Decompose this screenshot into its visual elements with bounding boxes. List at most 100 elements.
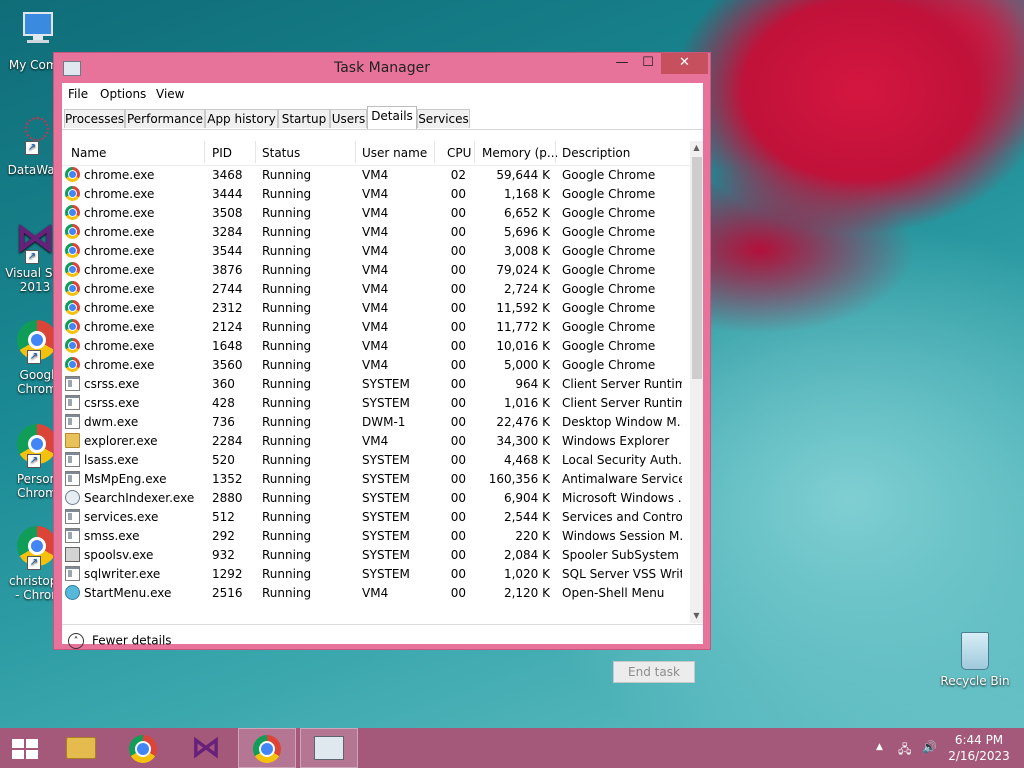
chrome-icon [65, 338, 80, 353]
process-pid: 292 [212, 529, 235, 543]
tab-performance[interactable]: Performance [125, 109, 205, 128]
table-row[interactable]: sqlwriter.exe 1292 Running SYSTEM 00 1,020 K S… [62, 564, 690, 583]
column-header-memory[interactable]: Memory (p... [482, 146, 558, 160]
process-memory: 5,000 K [503, 358, 550, 372]
process-name: MsMpEng.exe [84, 472, 167, 486]
table-row[interactable]: chrome.exe 3444 Running VM4 00 1,168 K Google … [62, 184, 690, 203]
scrollbar-thumb[interactable] [692, 157, 702, 379]
process-status: Running [262, 244, 312, 258]
table-row[interactable]: MsMpEng.exe 1352 Running SYSTEM 00 160,356 K A… [62, 469, 690, 488]
process-user: VM4 [362, 358, 389, 372]
chrome-icon [253, 735, 281, 763]
taskbar-visual-studio[interactable]: ⋈ [176, 728, 234, 768]
table-row[interactable]: chrome.exe 3544 Running VM4 00 3,008 K Google … [62, 241, 690, 260]
process-description: Google Chrome [562, 263, 656, 277]
fewer-details-button[interactable]: ˄ Fewer details [68, 633, 172, 649]
process-status: Running [262, 396, 312, 410]
tab-details[interactable]: Details [367, 106, 417, 129]
visual-studio-icon: ⋈ ↗ [15, 215, 55, 264]
menu-file[interactable]: File [68, 87, 88, 101]
process-user: VM4 [362, 206, 389, 220]
close-button[interactable]: ✕ [661, 53, 708, 74]
process-cpu: 00 [450, 529, 466, 543]
process-pid: 520 [212, 453, 235, 467]
table-row[interactable]: chrome.exe 3508 Running VM4 00 6,652 K Google … [62, 203, 690, 222]
volume-icon[interactable]: 🔊 [922, 740, 937, 754]
menu-view[interactable]: View [156, 87, 184, 101]
table-row[interactable]: chrome.exe 3876 Running VM4 00 79,024 K Google… [62, 260, 690, 279]
table-row[interactable]: dwm.exe 736 Running DWM-1 00 22,476 K Desktop … [62, 412, 690, 431]
scroll-down-icon[interactable]: ▼ [690, 609, 703, 623]
table-row[interactable]: chrome.exe 3284 Running VM4 00 5,696 K Google … [62, 222, 690, 241]
tab-users[interactable]: Users [330, 109, 367, 128]
process-cpu: 00 [450, 244, 466, 258]
column-header-status[interactable]: Status [262, 146, 300, 160]
window-app-icon [65, 509, 80, 524]
table-row[interactable]: chrome.exe 2124 Running VM4 00 11,772 K Google… [62, 317, 690, 336]
table-row[interactable]: chrome.exe 2744 Running VM4 00 2,724 K Google … [62, 279, 690, 298]
column-header-user-name[interactable]: User name [362, 146, 427, 160]
table-row[interactable]: chrome.exe 3468 Running VM4 02 59,644 K Google… [62, 165, 690, 184]
process-name: chrome.exe [84, 339, 155, 353]
clock[interactable]: 6:44 PM 2/16/2023 [944, 732, 1014, 764]
process-user: VM4 [362, 244, 389, 258]
recycle-bin-label: Recycle Bin [940, 674, 1010, 688]
table-row[interactable]: StartMenu.exe 2516 Running VM4 00 2,120 K Open… [62, 583, 690, 602]
process-description: Microsoft Windows ... [562, 491, 682, 505]
table-row[interactable]: SearchIndexer.exe 2880 Running SYSTEM 00 6,90… [62, 488, 690, 507]
startmenu-icon [65, 585, 80, 600]
taskbar-chrome-profile[interactable] [238, 728, 296, 768]
vertical-scrollbar[interactable]: ▲ ▼ [690, 141, 703, 623]
chevron-up-icon: ˄ [68, 633, 84, 649]
desktop-icon-recycle-bin[interactable]: Recycle Bin [940, 632, 1010, 688]
maximize-button[interactable]: ☐ [635, 53, 661, 74]
start-button[interactable] [0, 728, 58, 768]
tab-startup[interactable]: Startup [278, 109, 330, 128]
tab-services[interactable]: Services [417, 109, 470, 128]
process-description: Google Chrome [562, 358, 656, 372]
network-icon[interactable]: 🖧 [898, 740, 911, 761]
taskbar-chrome[interactable] [114, 728, 172, 768]
table-row[interactable]: csrss.exe 428 Running SYSTEM 00 1,016 K Client… [62, 393, 690, 412]
process-status: Running [262, 377, 312, 391]
end-task-button[interactable]: End task [613, 661, 695, 683]
title-bar[interactable]: Task Manager — ☐ ✕ [54, 53, 710, 83]
table-row[interactable]: csrss.exe 360 Running SYSTEM 00 964 K Client S… [62, 374, 690, 393]
table-row[interactable]: smss.exe 292 Running SYSTEM 00 220 K Windows S… [62, 526, 690, 545]
minimize-button[interactable]: — [609, 53, 635, 74]
computer-icon [15, 10, 59, 54]
process-name: dwm.exe [84, 415, 139, 429]
task-manager-window: Task Manager — ☐ ✕ File Options View Pro… [53, 52, 711, 683]
tab-app-history[interactable]: App history [205, 109, 278, 128]
table-row[interactable]: lsass.exe 520 Running SYSTEM 00 4,468 K Local … [62, 450, 690, 469]
process-status: Running [262, 510, 312, 524]
table-row[interactable]: chrome.exe 1648 Running VM4 00 10,016 K Google… [62, 336, 690, 355]
process-pid: 2880 [212, 491, 243, 505]
tray-chevron-icon[interactable]: ▲ [876, 742, 883, 752]
menu-options[interactable]: Options [100, 87, 146, 101]
process-pid: 3284 [212, 225, 243, 239]
process-pid: 3544 [212, 244, 243, 258]
table-row[interactable]: services.exe 512 Running SYSTEM 00 2,544 K Ser… [62, 507, 690, 526]
taskbar-file-explorer[interactable] [52, 728, 110, 768]
process-memory: 22,476 K [496, 415, 550, 429]
table-row[interactable]: chrome.exe 3560 Running VM4 00 5,000 K Google … [62, 355, 690, 374]
column-header-name[interactable]: Name [71, 146, 106, 160]
table-row[interactable]: spoolsv.exe 932 Running SYSTEM 00 2,084 K Spoo… [62, 545, 690, 564]
process-memory: 6,904 K [503, 491, 550, 505]
scroll-up-icon[interactable]: ▲ [690, 141, 703, 155]
column-header-pid[interactable]: PID [212, 146, 232, 160]
column-header-description[interactable]: Description [562, 146, 630, 160]
process-name: chrome.exe [84, 358, 155, 372]
process-cpu: 02 [450, 168, 466, 182]
table-row[interactable]: chrome.exe 2312 Running VM4 00 11,592 K Google… [62, 298, 690, 317]
table-row[interactable]: explorer.exe 2284 Running VM4 00 34,300 K Wind… [62, 431, 690, 450]
taskbar-task-manager[interactable] [300, 728, 358, 768]
process-cpu: 00 [450, 586, 466, 600]
process-memory: 2,724 K [503, 282, 550, 296]
process-cpu: 00 [450, 320, 466, 334]
process-user: SYSTEM [362, 491, 410, 505]
tab-processes[interactable]: Processes [64, 109, 125, 128]
column-header-cpu[interactable]: CPU [447, 146, 471, 160]
task-manager-icon [314, 736, 344, 760]
